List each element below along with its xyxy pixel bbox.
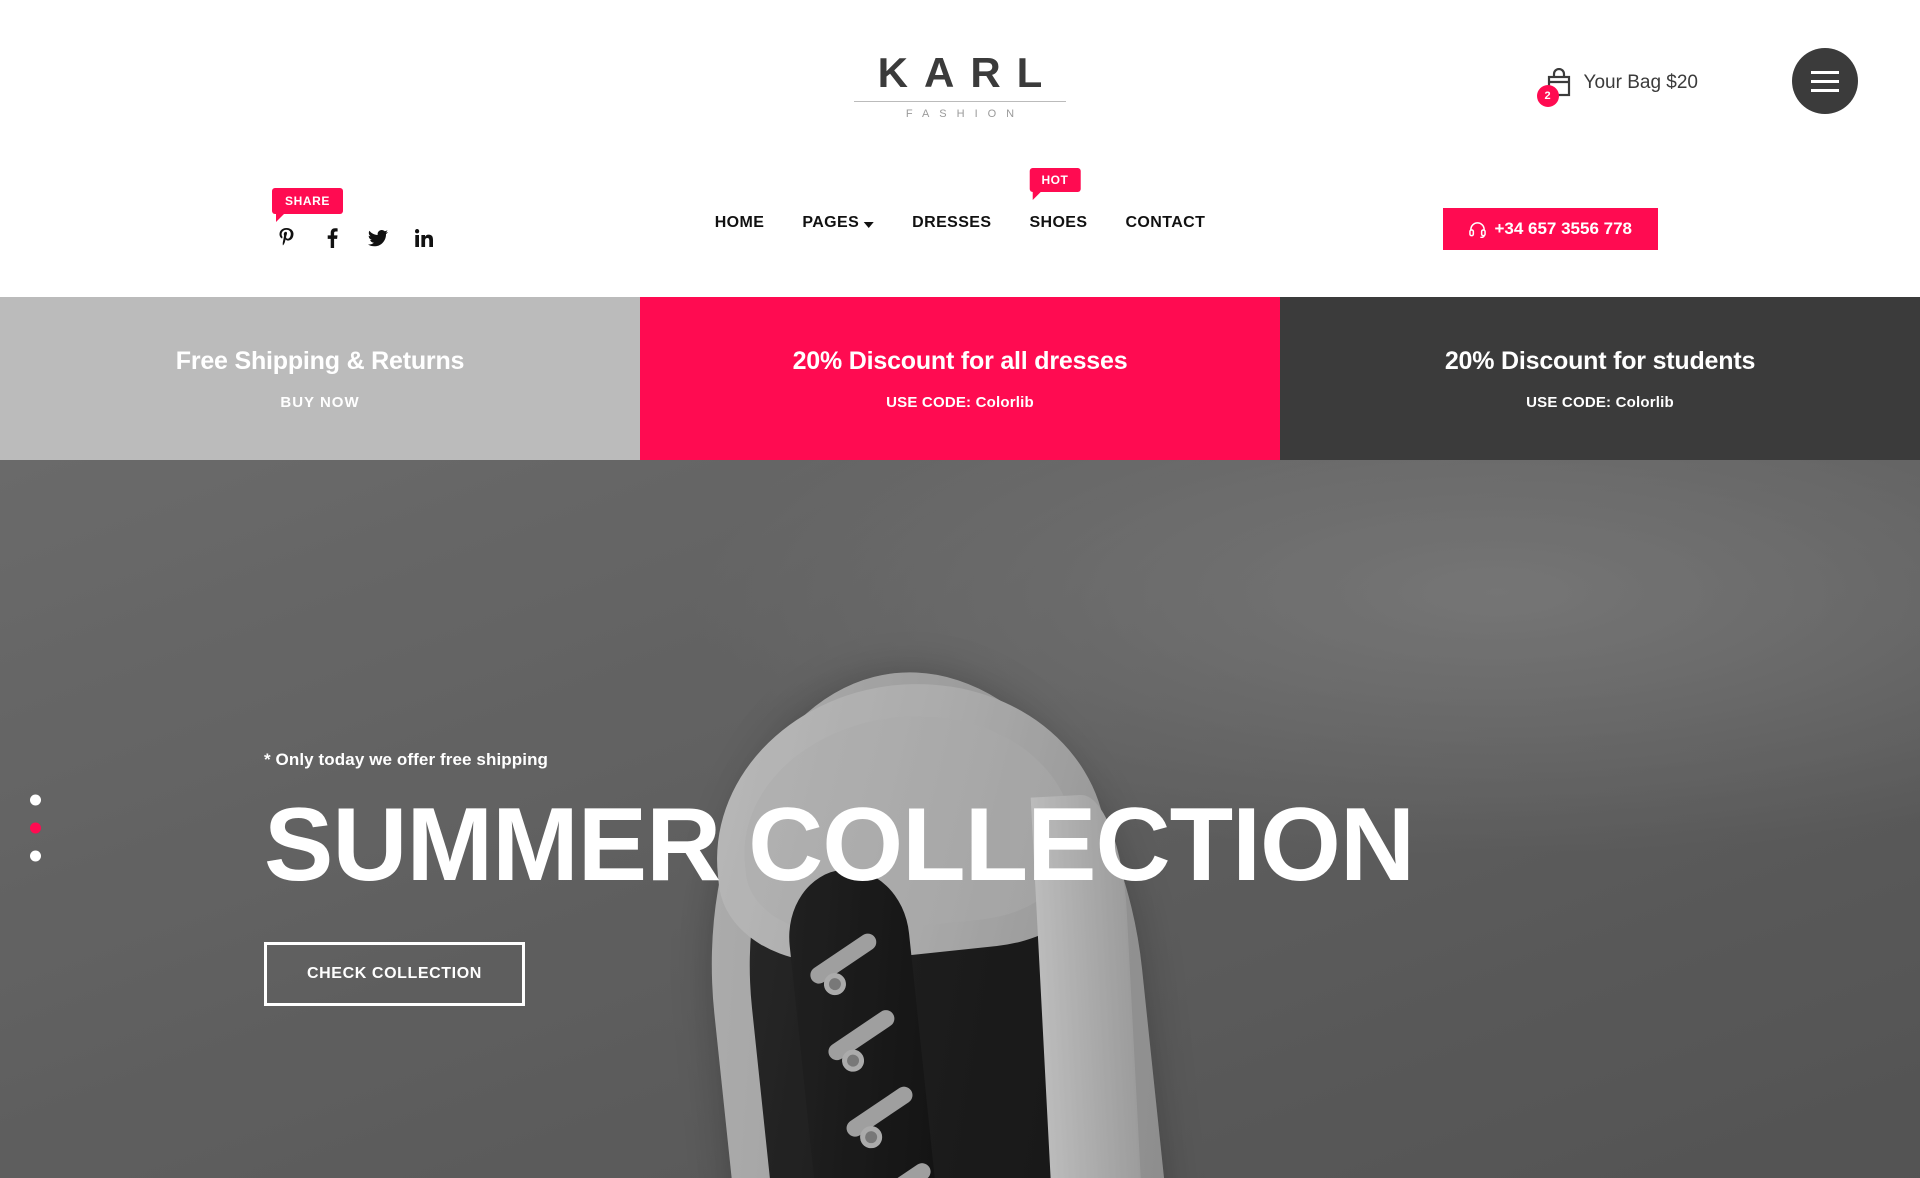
promo-subtitle: USE CODE: Colorlib: [886, 393, 1034, 411]
site-logo[interactable]: KARL FASHION: [810, 52, 1110, 120]
headset-icon: [1469, 221, 1487, 238]
nav-item-label: PAGES: [802, 214, 860, 231]
nav-item-pages[interactable]: PAGES: [802, 214, 875, 232]
nav-item-label: SHOES: [1029, 214, 1088, 231]
facebook-icon[interactable]: [322, 228, 342, 248]
logo-tagline: FASHION: [905, 108, 1025, 120]
hero-slider: * Only today we offer free shipping SUMM…: [0, 460, 1920, 1178]
nav-item-label: HOME: [714, 214, 765, 231]
hamburger-bar: [1811, 70, 1839, 74]
twitter-icon[interactable]: [368, 228, 388, 248]
hero-slider-dots: [30, 794, 41, 861]
promo-subtitle[interactable]: BUY NOW: [280, 394, 359, 411]
logo-brand-name: KARL: [877, 49, 1059, 96]
cart-summary[interactable]: 2 Your Bag $20: [1536, 68, 1698, 107]
share-badge: SHARE: [272, 188, 344, 222]
promo-title: 20% Discount for all dresses: [792, 346, 1128, 375]
nav-item-shoes[interactable]: HOT SHOES: [1029, 168, 1088, 232]
promo-card-dresses[interactable]: 20% Discount for all dresses USE CODE: C…: [640, 297, 1280, 460]
shopping-bag-icon[interactable]: 2: [1536, 68, 1572, 107]
hot-badge: HOT: [1029, 168, 1081, 200]
promo-title: 20% Discount for students: [1444, 346, 1756, 375]
hamburger-bar: [1811, 79, 1839, 83]
nav-item-dresses[interactable]: DRESSES: [912, 214, 991, 232]
phone-call-button[interactable]: +34 657 3556 778: [1443, 208, 1658, 250]
nav-item-label: CONTACT: [1125, 214, 1206, 231]
hero-slider-dot-2[interactable]: [30, 822, 41, 833]
linkedin-icon[interactable]: [414, 228, 434, 248]
social-links: [272, 228, 434, 248]
hero-title: SUMMER COLLECTION: [264, 787, 1415, 903]
hamburger-bar: [1811, 88, 1839, 92]
phone-number-label: +34 657 3556 778: [1494, 219, 1632, 238]
hamburger-menu-button[interactable]: [1792, 48, 1858, 114]
cart-count-badge: 2: [1536, 85, 1559, 107]
chevron-down-icon: [864, 221, 875, 228]
hero-slider-dot-3[interactable]: [30, 850, 41, 861]
promo-card-shipping[interactable]: Free Shipping & Returns BUY NOW: [0, 297, 640, 460]
check-collection-button[interactable]: CHECK COLLECTION: [264, 942, 525, 1007]
site-header-nav: SHARE HOME PAGES DRESSES HOT SHOES CONTA…: [0, 152, 1920, 297]
logo-divider: [854, 101, 1066, 102]
nav-item-label: DRESSES: [912, 214, 992, 231]
nav-item-home[interactable]: HOME: [715, 214, 765, 232]
main-navigation: HOME PAGES DRESSES HOT SHOES CONTACT: [715, 168, 1206, 232]
site-header-top: KARL FASHION 2 Your Bag $20: [0, 0, 1920, 152]
nav-item-contact[interactable]: CONTACT: [1125, 214, 1205, 232]
cart-label: Your Bag $20: [1583, 72, 1698, 93]
promo-card-students[interactable]: 20% Discount for students USE CODE: Colo…: [1280, 297, 1920, 460]
promo-subtitle: USE CODE: Colorlib: [1526, 393, 1674, 411]
hero-content: * Only today we offer free shipping SUMM…: [264, 750, 1415, 1007]
promo-title: Free Shipping & Returns: [175, 346, 465, 375]
hero-slider-dot-1[interactable]: [30, 794, 41, 805]
promo-strip: Free Shipping & Returns BUY NOW 20% Disc…: [0, 297, 1920, 460]
pinterest-icon[interactable]: [276, 228, 296, 248]
hero-kicker: * Only today we offer free shipping: [264, 750, 549, 769]
share-block: SHARE: [272, 188, 434, 248]
